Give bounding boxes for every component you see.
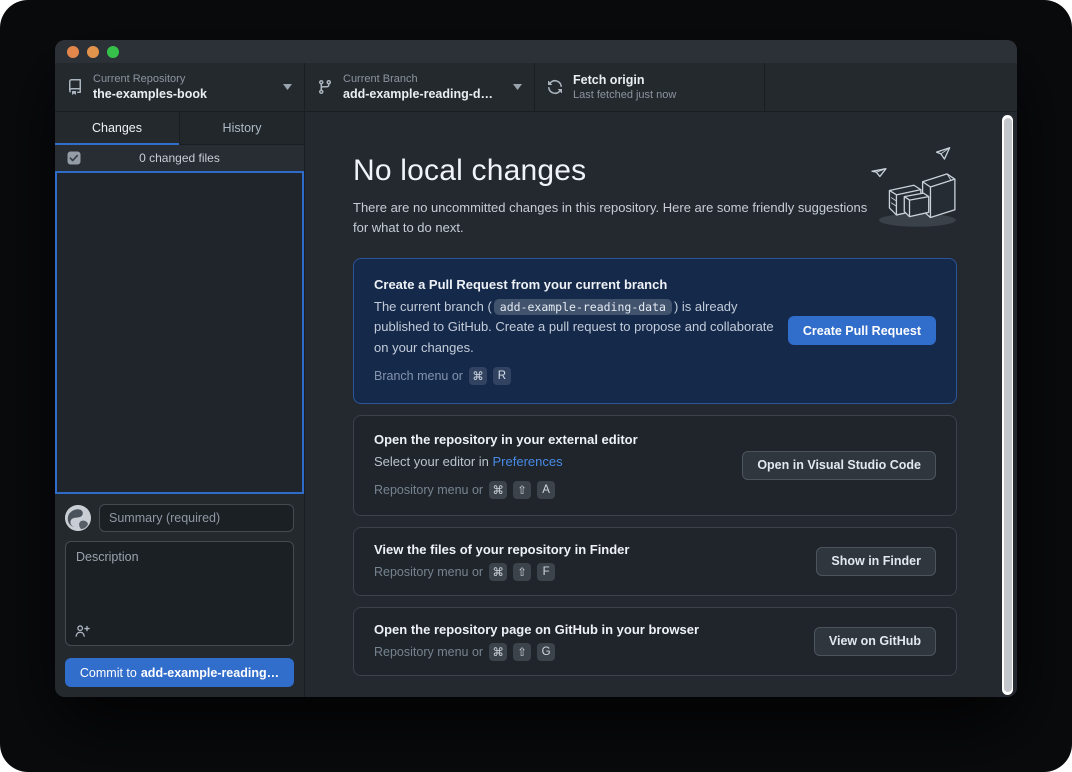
main-scrollbar[interactable] <box>1002 115 1013 695</box>
page-subtitle: There are no uncommitted changes in this… <box>353 198 868 238</box>
select-all-checkbox[interactable] <box>67 151 81 165</box>
app-toolbar: Current Repository the-examples-book Cur… <box>55 63 1017 112</box>
branch-name: add-example-reading-d… <box>343 86 493 102</box>
github-desktop-window: Current Repository the-examples-book Cur… <box>55 40 1017 697</box>
repo-book-icon <box>67 79 83 95</box>
sync-icon <box>547 79 563 95</box>
create-pr-card: Create a Pull Request from your current … <box>353 258 957 403</box>
g-key: G <box>537 643 555 661</box>
shortcut-hint: Repository menu or ⌘ ⇧ G <box>374 643 800 661</box>
card-body: Select your editor in Preferences <box>374 452 728 472</box>
open-in-editor-button[interactable]: Open in Visual Studio Code <box>742 451 936 480</box>
user-avatar <box>65 505 91 531</box>
create-pull-request-button[interactable]: Create Pull Request <box>788 316 936 345</box>
shortcut-hint: Branch menu or ⌘ R <box>374 367 774 385</box>
current-repository-selector[interactable]: Current Repository the-examples-book <box>55 63 305 111</box>
a-key: A <box>537 481 555 499</box>
git-branch-icon <box>317 79 333 95</box>
show-in-finder-button[interactable]: Show in Finder <box>816 547 936 576</box>
branch-selector-label: Current Branch <box>343 72 493 86</box>
commit-button-branch: add-example-reading… <box>141 666 279 680</box>
shortcut-hint: Repository menu or ⌘ ⇧ F <box>374 563 802 581</box>
main-content: No local changes There are no uncommitte… <box>305 112 1017 697</box>
repository-name: the-examples-book <box>93 86 207 102</box>
show-in-finder-card: View the files of your repository in Fin… <box>353 527 957 596</box>
shift-key: ⇧ <box>513 563 531 581</box>
commit-description-input[interactable] <box>76 550 283 622</box>
changed-files-header: 0 changed files <box>55 145 304 171</box>
fetch-subtitle: Last fetched just now <box>573 88 676 102</box>
f-key: F <box>537 563 555 581</box>
zoom-window-button[interactable] <box>107 46 119 58</box>
view-on-github-button[interactable]: View on GitHub <box>814 627 936 656</box>
window-titlebar[interactable] <box>55 40 1017 63</box>
close-window-button[interactable] <box>67 46 79 58</box>
branch-name-chip: add-example-reading-data <box>494 299 672 315</box>
card-title: Create a Pull Request from your current … <box>374 277 774 292</box>
fetch-origin-button[interactable]: Fetch origin Last fetched just now <box>535 63 765 111</box>
desktop-background: Current Repository the-examples-book Cur… <box>0 0 1072 772</box>
commit-form: Commit to add-example-reading… <box>55 494 304 697</box>
scrollbar-thumb[interactable] <box>1004 118 1012 692</box>
add-coauthor-icon[interactable] <box>75 624 90 638</box>
cmd-key: ⌘ <box>489 481 507 499</box>
tab-changes[interactable]: Changes <box>55 112 179 145</box>
commit-button[interactable]: Commit to add-example-reading… <box>65 658 294 687</box>
commit-description-field[interactable] <box>65 541 294 646</box>
sidebar-tabs: Changes History <box>55 112 304 145</box>
external-editor-card: Open the repository in your external edi… <box>353 415 957 516</box>
chevron-down-icon <box>283 84 292 90</box>
shift-key: ⇧ <box>513 481 531 499</box>
card-body: The current branch (add-example-reading-… <box>374 297 774 357</box>
changes-file-list[interactable] <box>55 171 304 494</box>
shift-key: ⇧ <box>513 643 531 661</box>
preferences-link[interactable]: Preferences <box>493 454 563 469</box>
current-branch-selector[interactable]: Current Branch add-example-reading-d… <box>305 63 535 111</box>
view-on-github-card: Open the repository page on GitHub in yo… <box>353 607 957 676</box>
fetch-title: Fetch origin <box>573 72 676 88</box>
cmd-key: ⌘ <box>469 367 487 385</box>
cmd-key: ⌘ <box>489 563 507 581</box>
chevron-down-icon <box>513 84 522 90</box>
commit-summary-input[interactable] <box>99 504 294 532</box>
shortcut-hint: Repository menu or ⌘ ⇧ A <box>374 481 728 499</box>
toolbar-spacer <box>765 63 1017 111</box>
tab-history[interactable]: History <box>179 112 304 145</box>
minimize-window-button[interactable] <box>87 46 99 58</box>
changed-files-count: 0 changed files <box>139 151 220 165</box>
paper-stack-illustration <box>865 144 961 235</box>
r-key: R <box>493 367 511 385</box>
card-title: Open the repository page on GitHub in yo… <box>374 622 800 637</box>
cmd-key: ⌘ <box>489 643 507 661</box>
card-title: Open the repository in your external edi… <box>374 432 728 447</box>
repository-selector-label: Current Repository <box>93 72 207 86</box>
card-title: View the files of your repository in Fin… <box>374 542 802 557</box>
changes-sidebar: Changes History 0 changed files <box>55 112 305 697</box>
